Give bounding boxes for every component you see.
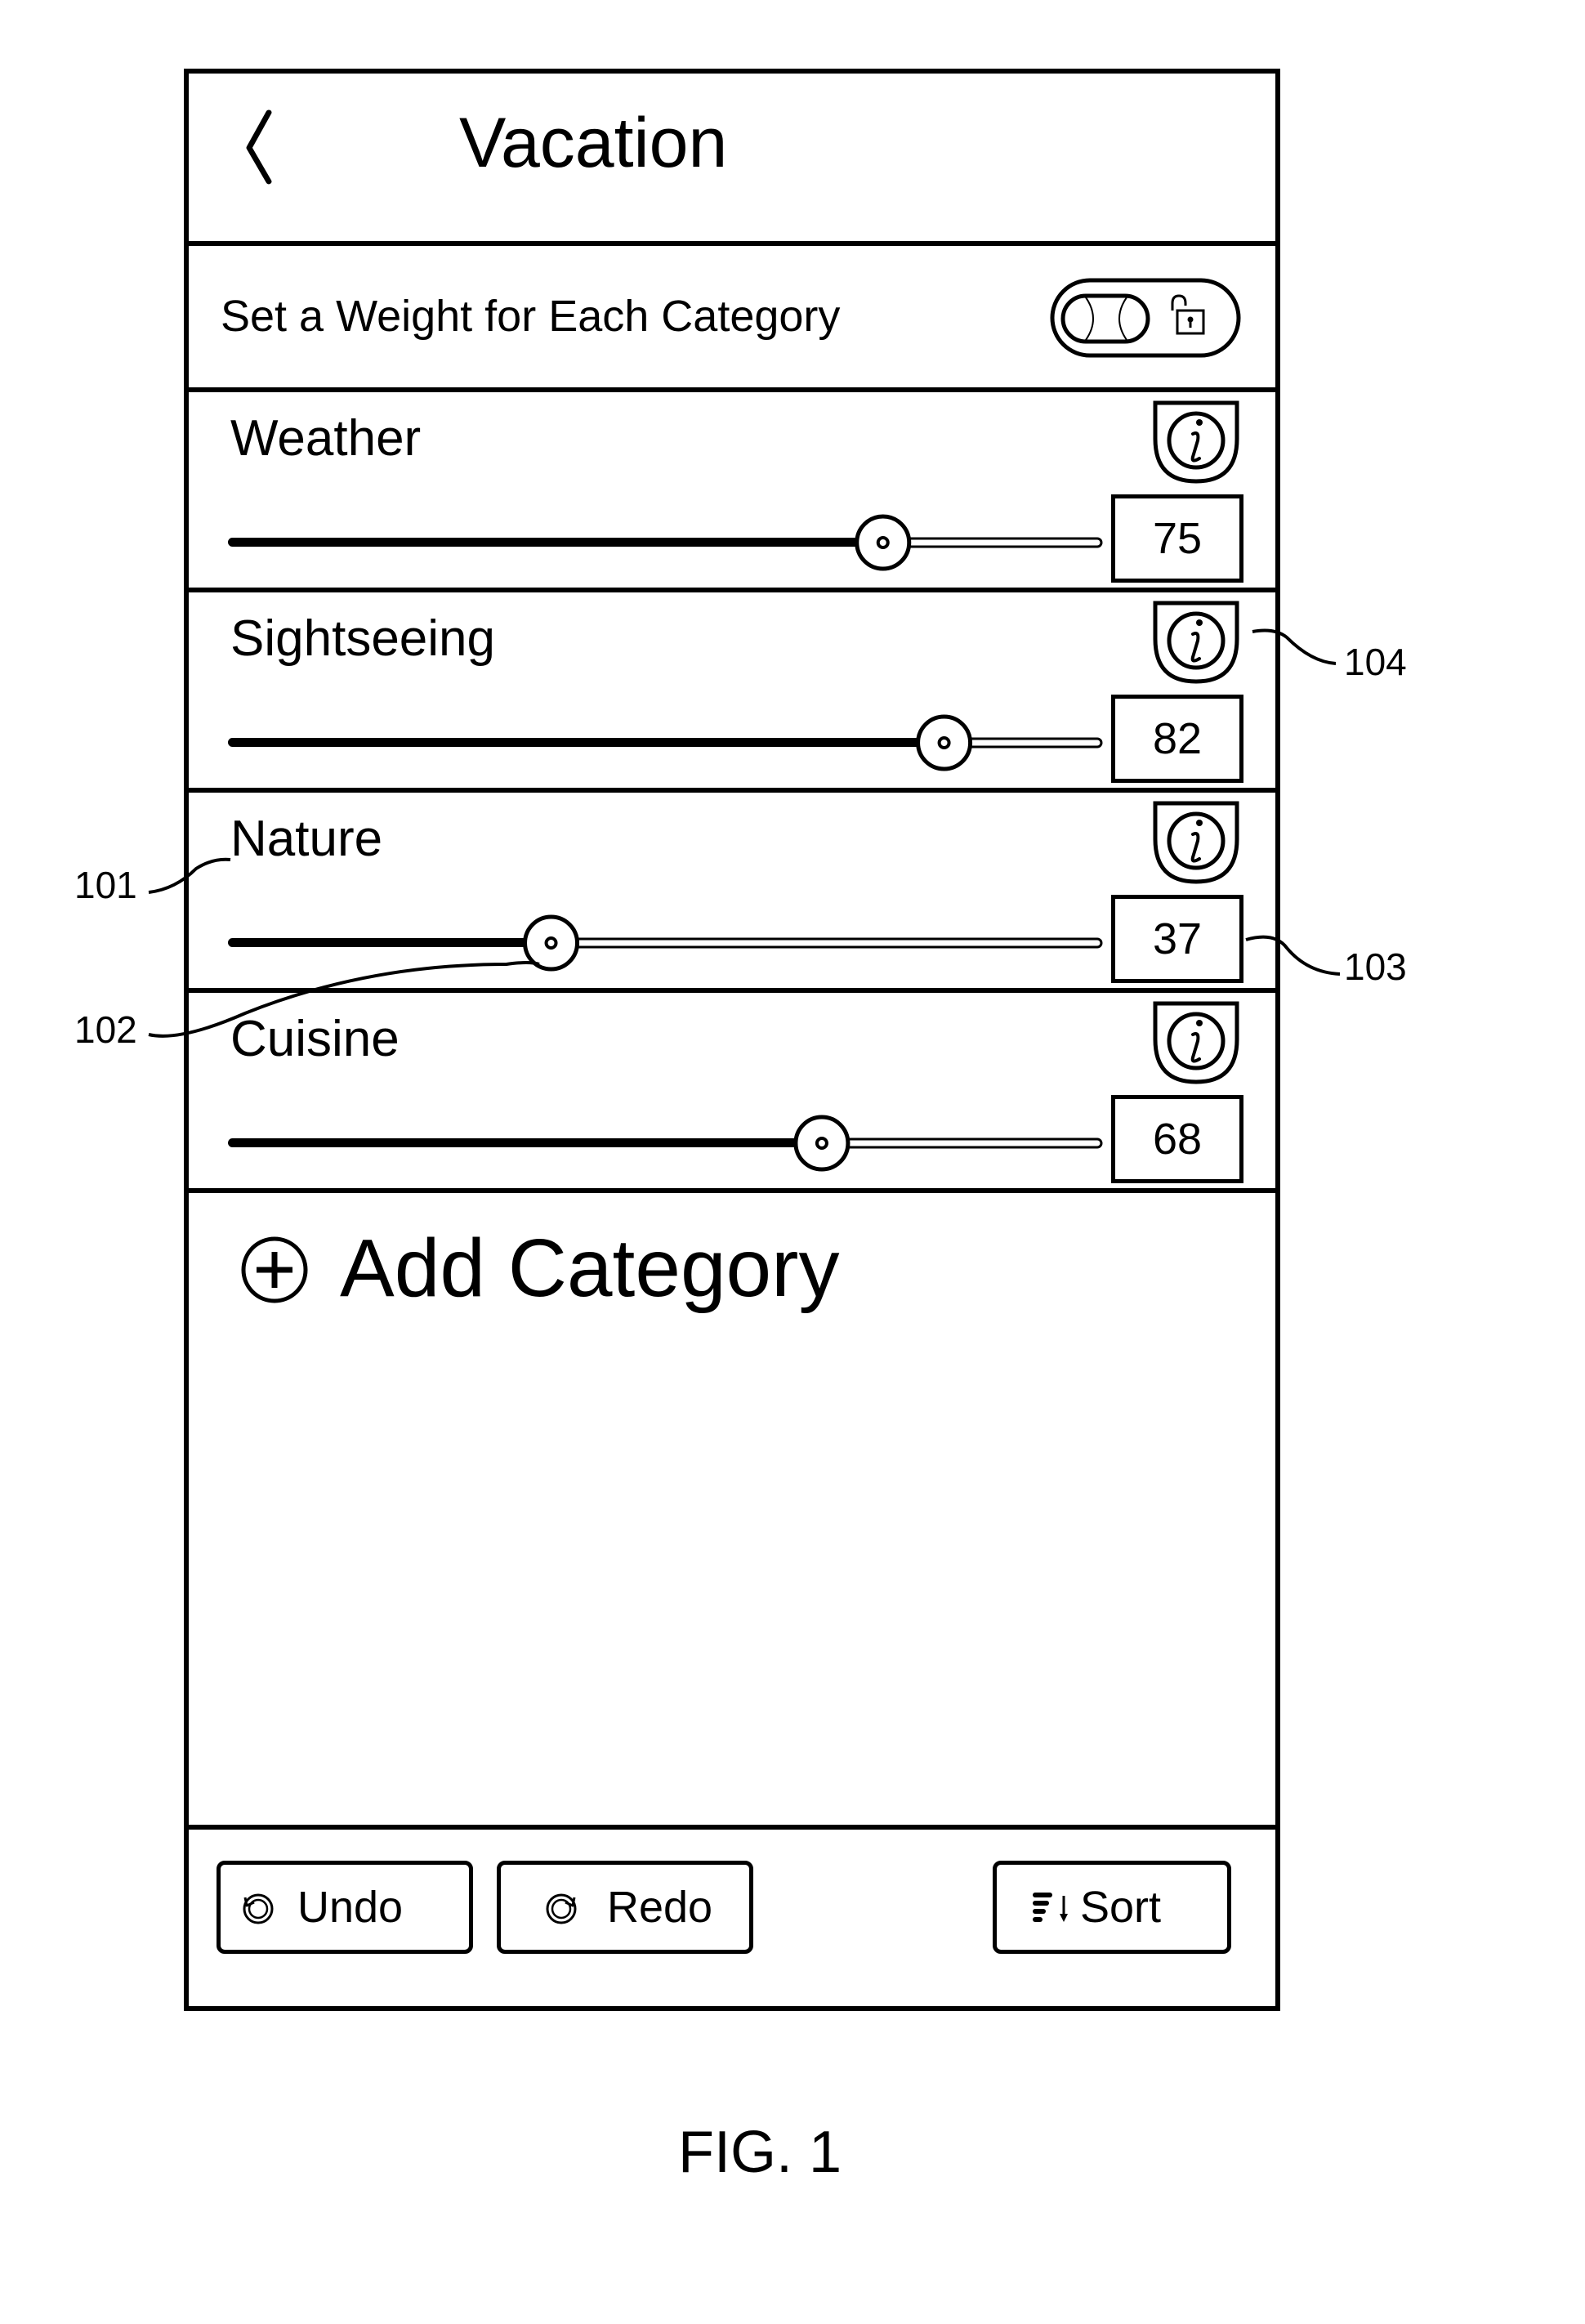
leader-line-102 — [148, 961, 540, 1038]
leader-line-101 — [148, 857, 231, 894]
callout-label-103: 103 — [1344, 945, 1407, 988]
callout-label-104: 104 — [1344, 641, 1407, 683]
callout-label-102: 102 — [74, 1008, 137, 1051]
leader-line-103 — [1245, 935, 1341, 976]
callout-leader-lines — [148, 628, 1341, 1038]
figure-caption: FIG. 1 — [678, 2120, 842, 2185]
leader-line-104 — [1252, 628, 1337, 665]
callout-label-101: 101 — [74, 864, 137, 906]
